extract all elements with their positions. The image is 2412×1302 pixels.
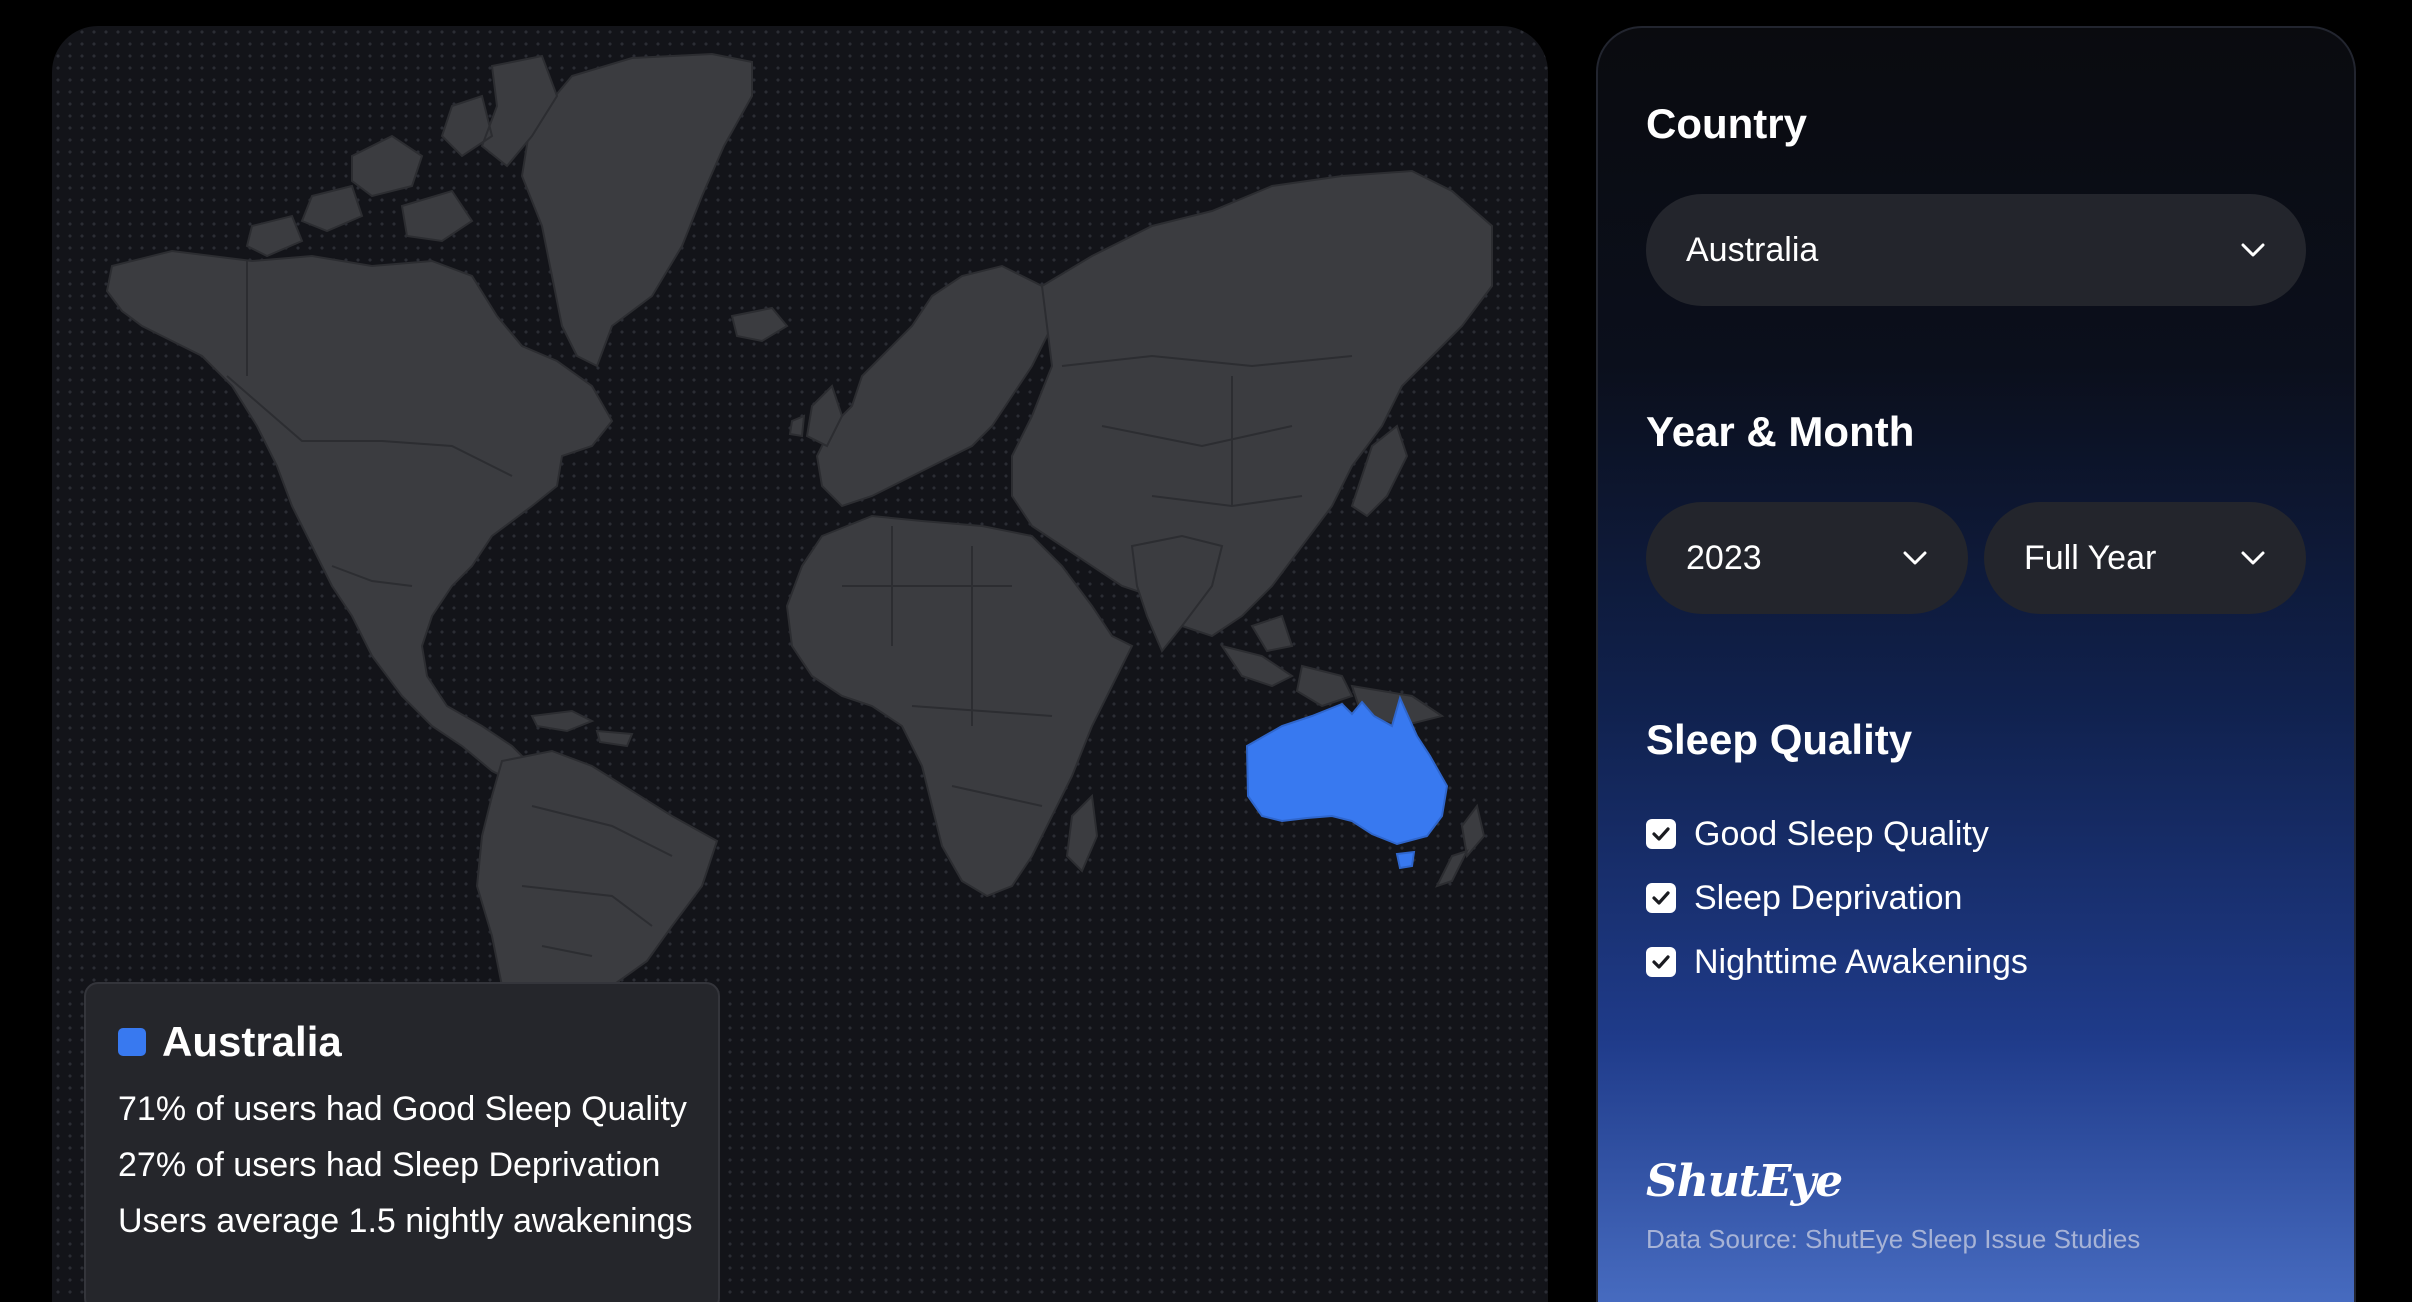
checkbox-checked-icon[interactable]: [1646, 947, 1676, 977]
map-region-caribbean[interactable]: [530, 709, 634, 748]
map-region-north-america[interactable]: [105, 249, 614, 788]
chevron-down-icon: [2240, 545, 2266, 571]
checkbox-sleep-deprivation[interactable]: Sleep Deprivation: [1646, 876, 1962, 920]
checkbox-good-sleep-quality[interactable]: Good Sleep Quality: [1646, 812, 1989, 856]
country-info-card: Australia 71% of users had Good Sleep Qu…: [84, 982, 720, 1302]
checkbox-nighttime-awakenings[interactable]: Nighttime Awakenings: [1646, 940, 2028, 984]
month-select[interactable]: Full Year: [1984, 502, 2306, 614]
info-stat-sleep-deprivation: 27% of users had Sleep Deprivation: [118, 1146, 661, 1184]
checkbox-label: Good Sleep Quality: [1694, 814, 1989, 853]
map-region-greenland[interactable]: [520, 52, 753, 368]
sleep-quality-label: Sleep Quality: [1646, 716, 1913, 763]
country-color-swatch: [118, 1028, 146, 1056]
info-card-title: Australia: [162, 1018, 342, 1065]
info-card-header: Australia: [118, 1014, 686, 1070]
control-panel: Country Australia Year & Month 2023 Full…: [1596, 26, 2356, 1302]
shuteye-logo: ShutEye: [1646, 1156, 1843, 1207]
page: Australia 71% of users had Good Sleep Qu…: [0, 0, 2412, 1302]
year-month-label: Year & Month: [1646, 408, 1915, 455]
map-region-arctic-islands[interactable]: [245, 54, 559, 258]
country-label: Country: [1646, 100, 1807, 147]
country-select-value: Australia: [1686, 230, 1819, 269]
map-region-new-zealand[interactable]: [1435, 803, 1486, 888]
checkbox-checked-icon[interactable]: [1646, 883, 1676, 913]
year-select[interactable]: 2023: [1646, 502, 1968, 614]
info-stat-awakenings: Users average 1.5 nightly awakenings: [118, 1202, 693, 1240]
data-source-text: Data Source: ShutEye Sleep Issue Studies: [1646, 1224, 2141, 1254]
chevron-down-icon: [1902, 545, 1928, 571]
checkbox-checked-icon[interactable]: [1646, 819, 1676, 849]
country-select[interactable]: Australia: [1646, 194, 2306, 306]
year-select-value: 2023: [1686, 538, 1762, 577]
map-region-madagascar[interactable]: [1065, 793, 1099, 873]
chevron-down-icon: [2240, 237, 2266, 263]
checkbox-label: Nighttime Awakenings: [1694, 942, 2028, 981]
checkbox-label: Sleep Deprivation: [1694, 878, 1963, 917]
info-stat-good-sleep: 71% of users had Good Sleep Quality: [118, 1090, 687, 1128]
map-region-tasmania[interactable]: [1395, 850, 1416, 870]
map-region-iceland[interactable]: [730, 306, 789, 343]
month-select-value: Full Year: [2024, 538, 2157, 577]
map-region-asia[interactable]: [1011, 169, 1493, 638]
world-map: [105, 52, 1493, 1026]
map-panel: Australia 71% of users had Good Sleep Qu…: [52, 26, 1548, 1302]
